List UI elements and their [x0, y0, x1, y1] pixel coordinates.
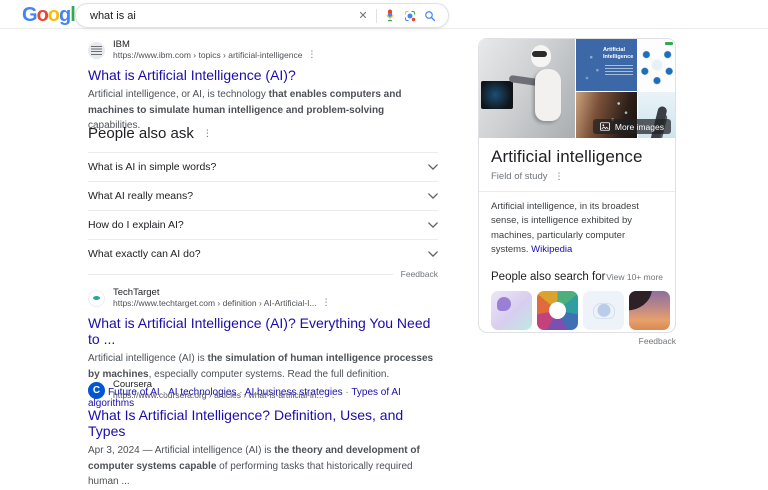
- pasf-item-translation[interactable]: Translation: [491, 291, 532, 332]
- site-name: TechTarget: [113, 287, 160, 298]
- intelligence-thumbnail: [537, 291, 578, 330]
- paa-question-row[interactable]: What exactly can AI do?: [88, 239, 438, 268]
- ai-components-diagram-image[interactable]: [638, 39, 675, 91]
- paa-question-row[interactable]: How do I explain AI?: [88, 210, 438, 239]
- search-input[interactable]: [76, 9, 353, 22]
- paa-question-row[interactable]: What AI really means?: [88, 181, 438, 210]
- view-more-link[interactable]: View 10+ more: [606, 272, 663, 282]
- search-result-coursera: C Coursera https://www.coursera.org › ar…: [88, 379, 438, 490]
- pasf-item-photograph[interactable]: Photograph: [629, 291, 670, 332]
- knowledge-panel-subtitle: Field of study: [491, 171, 548, 182]
- people-also-ask-title: People also ask: [88, 125, 194, 142]
- more-images-button[interactable]: More images: [592, 119, 671, 134]
- knowledge-panel-image-grid: Artificial Intelligence More images: [479, 39, 675, 138]
- divider: [88, 273, 393, 275]
- result-site-row[interactable]: TechTarget https://www.techtarget.com › …: [88, 287, 438, 308]
- site-url: https://www.coursera.org › articles › wh…: [113, 389, 338, 400]
- search-bar[interactable]: ✕: [75, 3, 449, 28]
- result-site-row[interactable]: C Coursera https://www.coursera.org › ar…: [88, 379, 438, 400]
- more-options-icon[interactable]: ⋮: [322, 298, 331, 308]
- divider: [376, 8, 377, 23]
- techtarget-favicon-icon: [88, 289, 105, 307]
- chevron-down-icon[interactable]: [428, 164, 438, 170]
- result-title-link[interactable]: What is Artificial Intelligence (AI)? Ev…: [88, 315, 438, 347]
- site-url: https://www.ibm.com › topics › artificia…: [113, 49, 317, 60]
- photograph-thumbnail: [629, 291, 670, 330]
- chevron-down-icon[interactable]: [428, 222, 438, 228]
- coursera-favicon-icon: C: [88, 381, 105, 399]
- pasf-title: People also search for: [491, 271, 606, 283]
- knowledge-panel: Artificial Intelligence More images Arti…: [478, 38, 676, 333]
- pasf-item-intelligence[interactable]: Intelligence: [537, 291, 578, 332]
- ibm-favicon-icon: [88, 41, 105, 59]
- feedback-link[interactable]: Feedback: [639, 336, 676, 346]
- knowledge-panel-title: Artificial intelligence: [491, 147, 643, 166]
- chevron-down-icon[interactable]: [428, 251, 438, 257]
- header-bar: Google ✕: [0, 0, 768, 29]
- clear-icon[interactable]: ✕: [353, 6, 373, 26]
- more-options-icon[interactable]: ⋮: [555, 171, 564, 182]
- more-options-icon[interactable]: ⋮: [203, 128, 212, 139]
- result-title-link[interactable]: What is Artificial Intelligence (AI)?: [88, 67, 438, 83]
- people-also-search-for-section: People also search for View 10+ more Tra…: [479, 257, 675, 332]
- microphone-icon[interactable]: [380, 6, 400, 26]
- result-snippet: Apr 3, 2024 — Artificial intelligence (A…: [88, 445, 420, 488]
- more-options-icon[interactable]: ⋮: [307, 50, 316, 60]
- ai-infographic-image[interactable]: Artificial Intelligence: [576, 39, 637, 91]
- more-options-icon[interactable]: ⋮: [329, 390, 338, 400]
- site-name: Coursera: [113, 379, 153, 390]
- agi-thumbnail: [583, 291, 624, 330]
- result-site-row[interactable]: IBM https://www.ibm.com › topics › artif…: [88, 39, 438, 60]
- pasf-item-agi[interactable]: Artificial general intelligence: [583, 291, 624, 332]
- wikipedia-link[interactable]: Wikipedia: [531, 244, 572, 255]
- search-icon[interactable]: [420, 6, 440, 26]
- people-also-ask-section: People also ask ⋮ What is AI in simple w…: [88, 119, 438, 279]
- translation-thumbnail: [491, 291, 532, 330]
- site-url: https://www.techtarget.com › definition …: [113, 297, 331, 308]
- google-lens-icon[interactable]: [400, 6, 420, 26]
- paa-question-row[interactable]: What is AI in simple words?: [88, 152, 438, 181]
- feedback-link[interactable]: Feedback: [401, 269, 438, 279]
- chevron-down-icon[interactable]: [428, 193, 438, 199]
- robot-image[interactable]: [479, 39, 575, 138]
- image-icon: [599, 122, 610, 131]
- site-name: IBM: [113, 39, 130, 50]
- knowledge-panel-description: Artificial intelligence, in its broadest…: [491, 201, 639, 255]
- result-title-link[interactable]: What Is Artificial Intelligence? Definit…: [88, 407, 438, 439]
- result-snippet: Artificial intelligence (AI) is the simu…: [88, 353, 434, 380]
